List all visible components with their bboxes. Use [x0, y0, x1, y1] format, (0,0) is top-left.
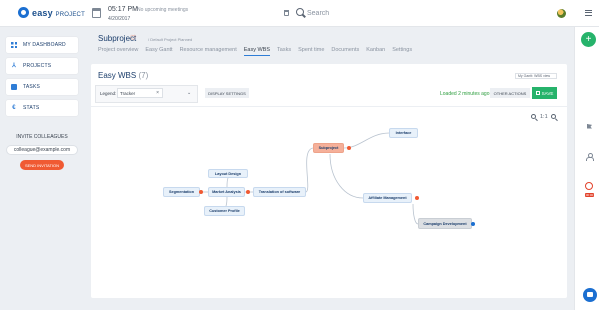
wbs-node-affiliate-management[interactable]: Affiliate Management: [363, 193, 412, 203]
wbs-node-layout-design[interactable]: Layout Design: [208, 169, 248, 178]
tab-easy-gantt[interactable]: Easy Gantt: [145, 47, 172, 56]
zoom-out-icon[interactable]: [531, 114, 536, 119]
chevron-down-icon[interactable]: ⌄: [187, 90, 191, 96]
tab-resource-management[interactable]: Resource management: [180, 47, 237, 56]
save-icon: [535, 91, 540, 95]
tasks-icon: [11, 84, 17, 90]
top-bar: easy PROJECT 05:17 PM No upcoming meetin…: [0, 0, 599, 27]
trash-icon[interactable]: [284, 10, 289, 16]
wbs-node-interface[interactable]: Interface: [389, 128, 418, 138]
favorite-heart-icon[interactable]: ♡: [130, 35, 136, 42]
node-marker: [347, 146, 351, 150]
tab-spent-time[interactable]: Spent time: [298, 47, 324, 56]
other-actions-button[interactable]: OTHER ACTIONS: [490, 88, 530, 98]
add-button[interactable]: +: [581, 32, 596, 47]
project-tabs: Project overview Easy Gantt Resource man…: [98, 47, 412, 56]
menu-icon[interactable]: [585, 10, 592, 16]
tab-settings[interactable]: Settings: [392, 47, 412, 56]
sidebar-item-label: PROJECTS: [23, 63, 52, 69]
calendar-icon[interactable]: [92, 8, 101, 18]
tab-easy-wbs[interactable]: Easy WBS: [243, 47, 271, 56]
divider: [91, 106, 567, 107]
timer-badge: 00:00: [585, 193, 594, 197]
sidebar-item-tasks[interactable]: TASKS: [6, 79, 78, 95]
wbs-node-campaign-development[interactable]: Campaign Development: [418, 218, 472, 229]
tab-documents[interactable]: Documents: [331, 47, 359, 56]
invite-title: INVITE COLLEAGUES: [16, 134, 68, 140]
zoom-in-icon[interactable]: [551, 114, 556, 119]
tab-project-overview[interactable]: Project overview: [98, 47, 138, 56]
zoom-level[interactable]: 1:1: [540, 114, 548, 120]
projects-icon: ⅄: [12, 63, 16, 69]
loaded-status: Loaded 2 minutes ago: [440, 91, 490, 97]
breadcrumb[interactable]: / Default Project Planned: [148, 37, 192, 42]
save-button[interactable]: SAVE: [532, 87, 557, 99]
legend-select[interactable]: Tracker: [117, 88, 163, 98]
current-date: 4/20/2017: [108, 16, 131, 22]
wbs-node-customer-profile[interactable]: Customer Profile: [204, 206, 245, 216]
brand-suffix: PROJECT: [55, 11, 85, 18]
tab-tasks[interactable]: Tasks: [277, 47, 291, 56]
timer-icon[interactable]: [585, 182, 593, 190]
sidebar-item-projects[interactable]: ⅄ PROJECTS: [6, 58, 78, 74]
search-input[interactable]: [307, 7, 397, 19]
right-rail: [574, 27, 599, 310]
wbs-title: Easy WBS (7): [98, 71, 149, 80]
logo[interactable]: easy PROJECT: [18, 7, 85, 18]
wbs-count: (7): [138, 71, 149, 80]
dashboard-icon: [11, 42, 17, 48]
wbs-view-select[interactable]: My Gantt: WBS view: [515, 73, 557, 79]
stats-icon: €: [12, 105, 16, 111]
sidebar-item-label: TASKS: [23, 84, 41, 90]
node-marker: [199, 190, 203, 194]
wbs-node-market-analysis[interactable]: Market Analysis: [208, 187, 245, 197]
sidebar-item-label: MY DASHBOARD: [23, 42, 66, 48]
legend-label: Legend:: [100, 91, 117, 96]
logo-icon: [18, 7, 29, 18]
tab-kanban[interactable]: Kanban: [366, 47, 385, 56]
wbs-node-subproject[interactable]: Subproject: [313, 143, 344, 153]
chat-icon[interactable]: [583, 288, 597, 302]
send-invitation-button[interactable]: SEND INVITATION: [20, 160, 64, 170]
user-icon[interactable]: [586, 153, 594, 161]
invite-email-field[interactable]: [6, 145, 78, 155]
node-marker: [471, 222, 475, 226]
sidebar-item-dashboard[interactable]: MY DASHBOARD: [6, 37, 78, 53]
display-settings-button[interactable]: DISPLAY SETTINGS: [205, 88, 249, 98]
upcoming-meetings: No upcoming meetings: [137, 7, 189, 13]
clock-time: 05:17 PM: [108, 6, 138, 13]
brand-name: easy: [32, 7, 53, 18]
user-avatar[interactable]: [557, 9, 566, 18]
sidebar-item-stats[interactable]: € STATS: [6, 100, 78, 116]
wbs-node-segmentation[interactable]: Segmentation: [163, 187, 200, 197]
node-marker: [415, 196, 419, 200]
sidebar-item-label: STATS: [23, 105, 40, 111]
wbs-node-translation[interactable]: Translation of software: [253, 187, 306, 197]
node-marker: [246, 190, 250, 194]
search-icon[interactable]: [296, 8, 304, 16]
